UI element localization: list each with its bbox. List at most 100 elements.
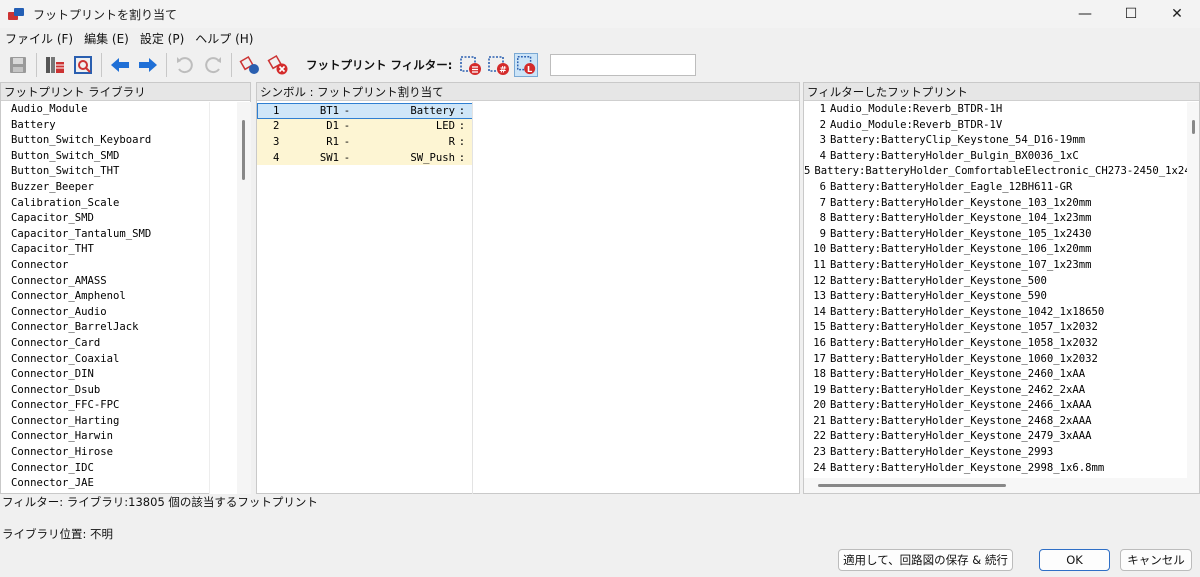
symbol-row[interactable]: 1 BT1- Battery:	[257, 103, 473, 119]
library-item[interactable]: Capacitor_THT	[1, 242, 209, 258]
apply-save-continue-button[interactable]: 適用して、回路図の保存 & 続行	[838, 549, 1013, 571]
footprint-item[interactable]: 11 Battery:BatteryHolder_Keystone_107_1x2…	[804, 258, 1192, 274]
library-item[interactable]: Buzzer_Beeper	[1, 180, 209, 196]
footprint-name: Battery:BatteryHolder_Keystone_1058_1x20…	[830, 336, 1098, 349]
filter-by-pin-count-icon[interactable]: #	[486, 53, 510, 77]
footprint-name: Battery:BatteryHolder_Keystone_2468_2xAA…	[830, 414, 1092, 427]
footprint-item[interactable]: 23 Battery:BatteryHolder_Keystone_2993	[804, 445, 1192, 461]
undo-icon[interactable]	[173, 53, 197, 77]
footprint-item[interactable]: 24 Battery:BatteryHolder_Keystone_2998_1x…	[804, 461, 1192, 477]
symbol-reference: SW1	[319, 151, 339, 164]
symbol-separator: -	[343, 151, 351, 164]
footprint-item[interactable]: 3 Battery:BatteryClip_Keystone_54_D16-19m…	[804, 133, 1192, 149]
filter-by-keywords-icon[interactable]	[458, 53, 482, 77]
minimize-button[interactable]: —	[1062, 0, 1108, 28]
library-item[interactable]: Connector_AMASS	[1, 274, 209, 290]
library-item[interactable]: Connector_DIN	[1, 367, 209, 383]
footprint-item[interactable]: 22 Battery:BatteryHolder_Keystone_2479_3x…	[804, 429, 1192, 445]
footprint-number: 10	[813, 243, 826, 256]
library-item[interactable]: Connector_Harwin	[1, 429, 209, 445]
footprint-item[interactable]: 19 Battery:BatteryHolder_Keystone_2462_2x…	[804, 383, 1192, 399]
footprint-item[interactable]: 7 Battery:BatteryHolder_Keystone_103_1x20…	[804, 196, 1192, 212]
footprint-item[interactable]: 1 Audio_Module:Reverb_BTDR-1H	[804, 102, 1192, 118]
symbol-reference: D1	[326, 120, 339, 133]
library-item[interactable]: Button_Switch_THT	[1, 164, 209, 180]
auto-assign-icon[interactable]	[238, 53, 262, 77]
symbol-row[interactable]: 4 SW1- SW_Push:	[257, 149, 473, 166]
arrow-left-icon[interactable]	[108, 53, 132, 77]
footprint-name: Battery:BatteryHolder_Keystone_103_1x20m…	[830, 196, 1092, 209]
footprint-viewer-icon[interactable]	[71, 53, 95, 77]
symbol-row[interactable]: 3 R1- R:	[257, 134, 473, 150]
library-item[interactable]: Audio_Module	[1, 102, 209, 118]
library-item[interactable]: Connector_Coaxial	[1, 352, 209, 368]
library-item[interactable]: Button_Switch_Keyboard	[1, 133, 209, 149]
footprint-item[interactable]: 20 Battery:BatteryHolder_Keystone_2466_1x…	[804, 398, 1192, 414]
footprint-item[interactable]: 2 Audio_Module:Reverb_BTDR-1V	[804, 118, 1192, 134]
footprint-item[interactable]: 16 Battery:BatteryHolder_Keystone_1058_1x…	[804, 336, 1192, 352]
footprint-filter-input[interactable]	[550, 54, 697, 76]
libraries-list: Audio_Module Battery Button_Switch_Keyboar…	[1, 102, 209, 494]
library-item[interactable]: Capacitor_SMD	[1, 211, 209, 227]
library-item[interactable]: Connector_FFC-FPC	[1, 398, 209, 414]
footprint-item[interactable]: 12 Battery:BatteryHolder_Keystone_500	[804, 274, 1192, 290]
library-item[interactable]: Connector_Hirose	[1, 445, 209, 461]
footprint-name: Battery:BatteryHolder_Keystone_2998_1x6.…	[830, 461, 1105, 474]
redo-icon[interactable]	[201, 53, 225, 77]
footprint-number: 9	[819, 227, 826, 240]
library-item[interactable]: Connector_Dsub	[1, 383, 209, 399]
menu-preferences[interactable]: 設定 (P)	[135, 30, 190, 47]
footprint-item[interactable]: 5 Battery:BatteryHolder_ComfortableElectr…	[804, 164, 1192, 180]
ok-button[interactable]: OK	[1039, 549, 1110, 571]
footprint-number: 13	[813, 290, 826, 303]
symbol-row[interactable]: 2 D1- LED:	[257, 118, 473, 135]
cancel-button[interactable]: キャンセル	[1120, 549, 1192, 571]
library-item[interactable]: Button_Switch_SMD	[1, 149, 209, 165]
footprint-item[interactable]: 8 Battery:BatteryHolder_Keystone_104_1x23…	[804, 211, 1192, 227]
footprint-number: 15	[813, 321, 826, 334]
footprint-number: 12	[813, 274, 826, 287]
library-item[interactable]: Connector_IDC	[1, 461, 209, 477]
footprint-item[interactable]: 15 Battery:BatteryHolder_Keystone_1057_1x…	[804, 320, 1192, 336]
footprint-item[interactable]: 14 Battery:BatteryHolder_Keystone_1042_1x…	[804, 305, 1192, 321]
library-item[interactable]: Calibration_Scale	[1, 196, 209, 212]
library-item[interactable]: Connector_Amphenol	[1, 289, 209, 305]
library-item[interactable]: Connector_JAE	[1, 476, 209, 492]
menu-edit[interactable]: 編集 (E)	[79, 30, 135, 47]
footprint-item[interactable]: 18 Battery:BatteryHolder_Keystone_2460_1x…	[804, 367, 1192, 383]
footprint-number: 21	[813, 414, 826, 427]
menu-help[interactable]: ヘルプ (H)	[190, 30, 259, 47]
footprint-item[interactable]: 6 Battery:BatteryHolder_Eagle_12BH611-GR	[804, 180, 1192, 196]
libraries-scrollbar[interactable]	[237, 102, 251, 494]
library-item[interactable]: Battery	[1, 118, 209, 134]
delete-associations-icon[interactable]	[266, 53, 290, 77]
library-item[interactable]: Connector_BarrelJack	[1, 320, 209, 336]
app-icon	[7, 6, 25, 22]
footprint-item[interactable]: 9 Battery:BatteryHolder_Keystone_105_1x24…	[804, 227, 1192, 243]
library-item[interactable]: Capacitor_Tantalum_SMD	[1, 227, 209, 243]
symbol-separator: -	[343, 135, 351, 148]
footprint-item[interactable]: 17 Battery:BatteryHolder_Keystone_1060_1x…	[804, 352, 1192, 368]
library-table-icon[interactable]	[43, 53, 67, 77]
filter-by-library-icon[interactable]: L	[514, 53, 539, 77]
symbols-list: 1 BT1- Battery:2 D1- LED:3 R1- R:4 SW1- SW_Push:	[257, 103, 473, 166]
symbol-separator: -	[343, 120, 351, 133]
close-button[interactable]: ✕	[1154, 0, 1200, 28]
library-item[interactable]: Connector_Card	[1, 336, 209, 352]
library-item[interactable]: Connector_Harting	[1, 414, 209, 430]
menu-file[interactable]: ファイル (F)	[0, 30, 79, 47]
footprint-item[interactable]: 4 Battery:BatteryHolder_Bulgin_BX0036_1xC	[804, 149, 1192, 165]
footprint-item[interactable]: 13 Battery:BatteryHolder_Keystone_590	[804, 289, 1192, 305]
footprint-number: 2	[819, 118, 826, 131]
footprints-horizontal-scrollbar[interactable]	[804, 478, 1199, 493]
library-item[interactable]: Connector	[1, 258, 209, 274]
arrow-right-icon[interactable]	[136, 53, 160, 77]
footprint-item[interactable]: 21 Battery:BatteryHolder_Keystone_2468_2x…	[804, 414, 1192, 430]
footprint-item[interactable]: 10 Battery:BatteryHolder_Keystone_106_1x2…	[804, 242, 1192, 258]
footprints-vertical-scrollbar[interactable]	[1187, 102, 1199, 478]
library-item[interactable]: Connector_Audio	[1, 305, 209, 321]
maximize-button[interactable]: ☐	[1108, 0, 1154, 28]
symbols-header: シンボル : フットプリント割り当て	[257, 83, 799, 101]
save-icon[interactable]	[6, 53, 30, 77]
footprints-header: フィルターしたフットプリント	[804, 83, 1199, 101]
